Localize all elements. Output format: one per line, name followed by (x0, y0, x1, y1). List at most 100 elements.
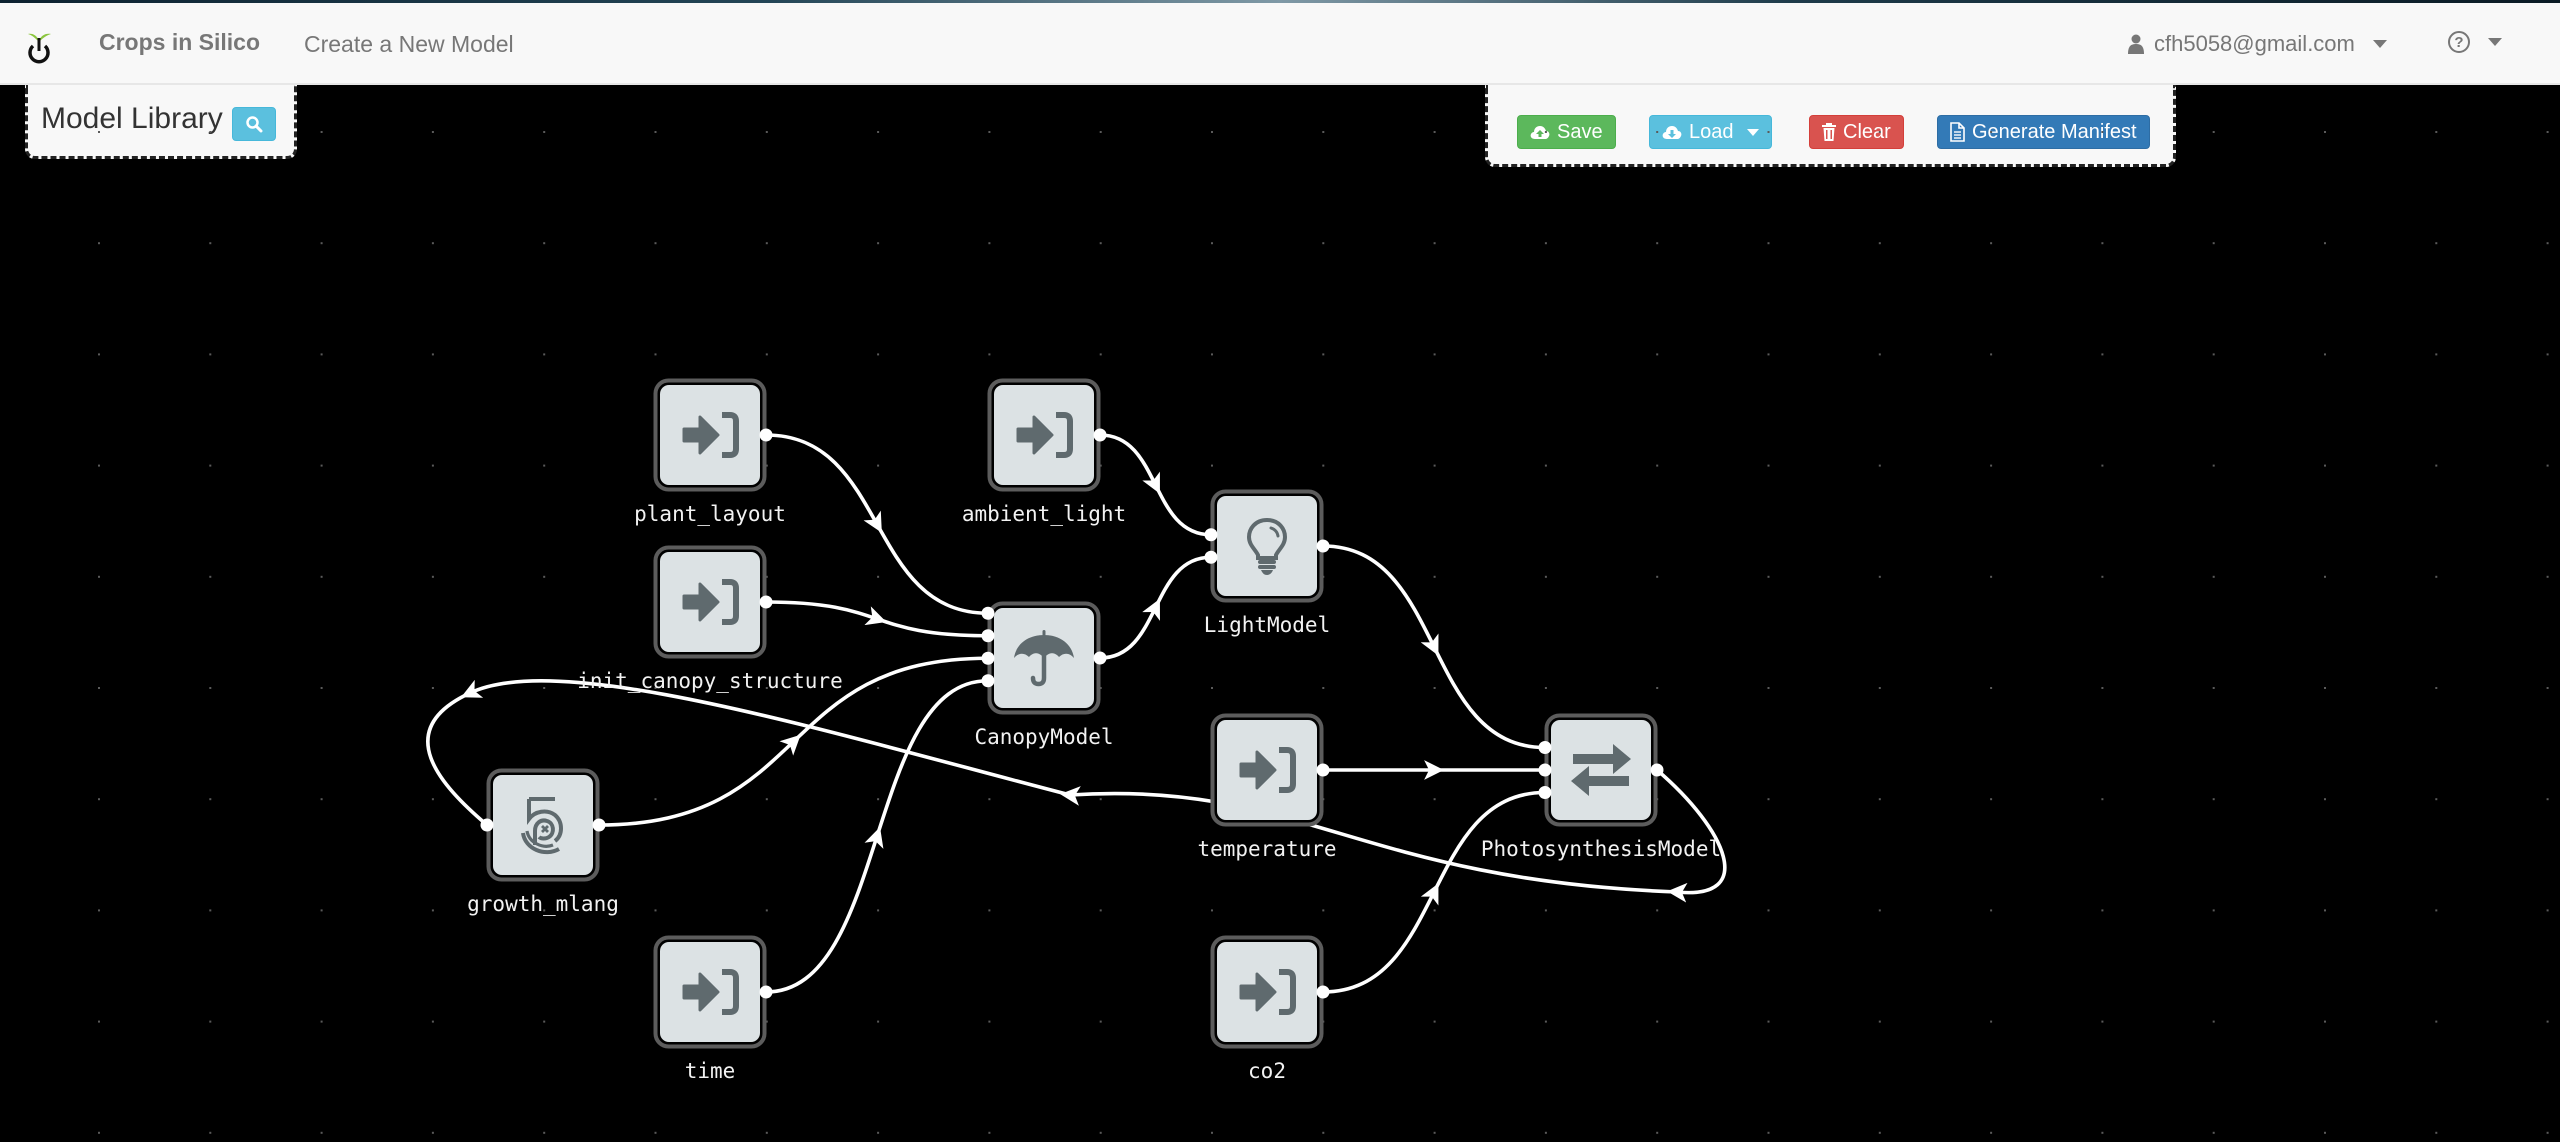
input-port[interactable] (981, 651, 995, 665)
input-port[interactable] (981, 674, 995, 688)
grid-dot (1767, 687, 1770, 689)
input-port[interactable] (480, 818, 494, 832)
node-ambient-light[interactable]: ambient_light (962, 378, 1126, 527)
grid-dot (543, 131, 546, 133)
node-label: PhotosynthesisModel (1481, 837, 1721, 861)
grid-dot (2324, 131, 2326, 133)
node-canopymodel[interactable]: CanopyModel (974, 601, 1114, 750)
grid-dot (320, 464, 323, 467)
grid-dot (1767, 353, 1770, 356)
grid-dot (1433, 687, 1436, 689)
grid-dot (2212, 242, 2215, 245)
grid-dot (654, 798, 657, 801)
model-graph-canvas[interactable]: plant_layout ambient_light init_canopy_str… (0, 87, 2560, 1142)
grid-dot (209, 1131, 212, 1134)
grid-dot (320, 131, 323, 133)
grid-dot (2546, 1131, 2549, 1134)
grid-dot (320, 687, 323, 689)
input-port[interactable] (1538, 786, 1552, 799)
grid-dot (2212, 1131, 2215, 1134)
output-port[interactable] (1316, 539, 1330, 553)
output-port[interactable] (1316, 985, 1330, 999)
grid-dot (1878, 1131, 1881, 1134)
node-label: growth_mlang (467, 892, 619, 916)
node-time[interactable]: time (653, 935, 767, 1084)
grid-dot (1211, 909, 1213, 912)
grid-dot (988, 1131, 991, 1134)
output-port[interactable] (592, 818, 606, 832)
grid-dot (209, 909, 212, 912)
grid-dot (2546, 909, 2549, 912)
node-init-canopy-structure[interactable]: init_canopy_structure (577, 545, 843, 694)
node-temperature[interactable]: temperature (1197, 713, 1337, 862)
grid-dot (1322, 909, 1325, 912)
input-port[interactable] (1538, 763, 1552, 777)
input-port[interactable] (1204, 528, 1218, 542)
grid-dot (209, 687, 212, 689)
grid-dot (877, 1020, 880, 1023)
grid-dot (2435, 242, 2438, 245)
grid-dot (1211, 353, 1213, 356)
grid-dot (1322, 242, 1325, 245)
edge-co2-to-PhotosynthesisModel[interactable] (1322, 790, 1546, 994)
grid-dot (654, 909, 657, 912)
grid-dot (1544, 1131, 1547, 1134)
input-port[interactable] (981, 606, 995, 620)
edge-time-to-CanopyModel[interactable] (765, 678, 989, 994)
grid-dot (2101, 1131, 2104, 1134)
grid-dot (1656, 575, 1659, 578)
grid-dot (2212, 1020, 2215, 1023)
output-port[interactable] (1093, 428, 1107, 442)
output-port[interactable] (1650, 763, 1664, 777)
node-photosynthesismodel[interactable]: PhotosynthesisModel (1481, 713, 1721, 862)
output-port[interactable] (759, 985, 773, 999)
input-port[interactable] (981, 629, 995, 643)
grid-dot (431, 687, 434, 689)
grid-dot (1990, 909, 1993, 912)
grid-dot (2324, 353, 2326, 356)
edge-plant_layout-to-CanopyModel[interactable] (765, 433, 989, 616)
grid-dot (877, 575, 880, 578)
grid-dot (1544, 131, 1547, 133)
node-label: LightModel (1204, 613, 1330, 637)
grid-dot (431, 575, 434, 578)
node-plant-layout[interactable]: plant_layout (634, 378, 786, 527)
grid-dot (1878, 575, 1881, 578)
grid-dot (1211, 242, 1213, 245)
grid-dot (2324, 1020, 2326, 1023)
node-label: plant_layout (634, 502, 786, 526)
grid-dot (765, 131, 768, 133)
grid-dot (2101, 575, 2104, 578)
grid-dot (1990, 575, 1993, 578)
grid-dot (877, 242, 880, 245)
input-port[interactable] (1538, 741, 1552, 754)
grid-dot (1878, 909, 1881, 912)
grid-dot (2324, 242, 2326, 245)
output-port[interactable] (1316, 763, 1330, 777)
grid-dot (2101, 353, 2104, 356)
grid-dot (431, 131, 434, 133)
output-port[interactable] (759, 595, 773, 609)
grid-dot (1767, 909, 1770, 912)
edge-CanopyModel-to-LightModel[interactable] (1099, 555, 1212, 660)
grid-dot (2101, 1020, 2104, 1023)
node-co2[interactable]: co2 (1210, 935, 1324, 1084)
grid-dot (1544, 687, 1547, 689)
grid-dot (2212, 687, 2215, 689)
grid-dot (1767, 131, 1770, 133)
node-growth-mlang[interactable]: growth_mlang (467, 768, 619, 917)
node-lightmodel[interactable]: LightModel (1204, 489, 1330, 638)
grid-dot (2212, 464, 2215, 467)
grid-dot (2435, 131, 2438, 133)
node-body (493, 775, 593, 875)
grid-dot (1099, 131, 1102, 133)
grid-dot (877, 353, 880, 356)
output-port[interactable] (759, 428, 773, 442)
grid-dot (1322, 1131, 1325, 1134)
input-port[interactable] (1204, 550, 1218, 564)
grid-dot (2435, 798, 2438, 801)
grid-dot (2212, 909, 2215, 912)
graph-svg[interactable]: plant_layout ambient_light init_canopy_str… (0, 0, 2560, 1142)
output-port[interactable] (1093, 651, 1107, 665)
grid-dot (98, 131, 100, 133)
